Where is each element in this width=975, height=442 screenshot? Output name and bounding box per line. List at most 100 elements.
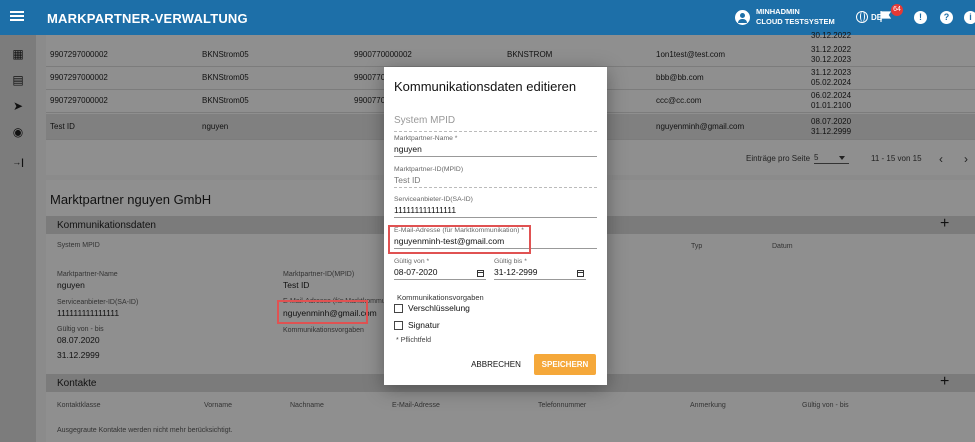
app-title: MARKPARTNER-VERWALTUNG xyxy=(47,11,248,26)
field-label: Gültig von * xyxy=(394,258,430,265)
field-value[interactable]: 08-07-2020 xyxy=(394,267,486,280)
name-label: Marktpartner-Name xyxy=(57,271,118,278)
field-label: System MPID xyxy=(394,115,456,126)
send-icon[interactable]: ➤ xyxy=(10,99,26,113)
dashboard-icon[interactable]: ▦ xyxy=(10,47,26,61)
cell-dates: 06.02.2024 01.01.2100 xyxy=(811,91,852,110)
language-selector[interactable]: DE xyxy=(856,11,882,23)
top-bar: MARKPARTNER-VERWALTUNG MINHADMIN CLOUD T… xyxy=(0,0,975,35)
field-label: Marktpartner-Name * xyxy=(394,135,458,142)
user-menu[interactable]: MINHADMIN CLOUD TESTSYSTEM xyxy=(735,7,835,27)
field-value[interactable]: 31-12-2999 xyxy=(494,267,586,280)
notification-badge: 64 xyxy=(891,4,903,16)
encryption-checkbox-row[interactable]: Verschlüsselung xyxy=(394,303,470,313)
collapse-sidebar-icon[interactable]: →| xyxy=(10,155,26,169)
field-label: Gültig bis * xyxy=(494,258,527,265)
valid-from-field[interactable]: Gültig von * 08-07-2020 xyxy=(394,258,486,280)
highlight-box xyxy=(388,225,531,254)
user-system: CLOUD TESTSYSTEM xyxy=(756,17,835,26)
cell-mpid: Test ID xyxy=(50,122,75,131)
account-icon[interactable]: ◉ xyxy=(10,125,26,139)
col-telefon: Telefonnummer xyxy=(538,402,587,409)
cell-name: BKNStrom05 xyxy=(202,50,249,59)
calendar-icon[interactable] xyxy=(477,270,484,277)
mpid-value: Test ID xyxy=(283,280,310,290)
prev-page-icon[interactable]: ‹ xyxy=(939,152,943,166)
flag-notification-icon[interactable] xyxy=(880,11,892,22)
name-value: nguyen xyxy=(57,280,85,290)
cell-email: nguyenminh@gmail.com xyxy=(656,122,745,131)
table-row[interactable]: 9907297000002 BKNStrom05 9900770000002 B… xyxy=(46,44,975,67)
cell-said: 9900770000002 xyxy=(354,50,412,59)
field-label: Marktpartner-ID(MPID) xyxy=(394,166,464,173)
calendar-icon[interactable] xyxy=(577,270,584,277)
said-field[interactable]: Serviceanbieter-ID(SA-ID) 11111111111111… xyxy=(394,196,597,218)
checkbox-label: Verschlüsselung xyxy=(408,303,470,313)
cell-name: nguyen xyxy=(202,122,229,131)
mpid-label: Marktpartner-ID(MPID) xyxy=(283,271,355,278)
said-value: 111111111111111 xyxy=(57,308,120,318)
cell-name: BKNStrom05 xyxy=(202,96,249,105)
cell-mpid: 9907297000002 xyxy=(50,96,108,105)
comm-rules-label: Kommunikationsvorgaben xyxy=(397,293,484,302)
valid-to-field[interactable]: Gültig bis * 31-12-2999 xyxy=(494,258,586,280)
cell-dates: 31.12.2022 30.12.2023 xyxy=(811,45,852,64)
save-button[interactable]: SPEICHERN xyxy=(534,354,596,375)
cell-mpid: 9907297000002 xyxy=(50,50,108,59)
sidebar: ▦ ▤ ➤ ◉ →| xyxy=(0,35,36,442)
add-icon[interactable]: + xyxy=(940,215,949,233)
info-exclamation-icon[interactable]: ! xyxy=(914,11,927,24)
required-note: * Pflichtfeld xyxy=(396,337,432,344)
type-label: Typ xyxy=(691,243,703,250)
mpid-field[interactable]: Marktpartner-ID(MPID) Test ID xyxy=(394,166,597,188)
field-value[interactable]: 111111111111111 xyxy=(394,205,597,218)
col-anmerkung: Anmerkung xyxy=(690,402,726,409)
globe-icon xyxy=(856,11,868,23)
add-contact-icon[interactable]: + xyxy=(940,373,949,391)
cell-email: bbb@bb.com xyxy=(656,73,704,82)
field-value: Test ID xyxy=(394,175,597,188)
valid-from-value: 08.07.2020 xyxy=(57,335,100,345)
col-email: E-Mail-Adresse xyxy=(392,402,440,409)
cell-name: BKNStrom05 xyxy=(202,73,249,82)
app-root: MARKPARTNER-VERWALTUNG MINHADMIN CLOUD T… xyxy=(0,0,975,442)
field-value[interactable]: nguyen xyxy=(394,144,597,157)
list-icon[interactable]: ▤ xyxy=(10,73,26,87)
footer-note: Ausgegraute Kontakte werden nicht mehr b… xyxy=(57,427,233,434)
cell-dates: 31.12.2023 05.02.2024 xyxy=(811,68,852,87)
checkbox-label: Signatur xyxy=(408,320,440,330)
cell-dates: 08.07.2020 31.12.2999 xyxy=(811,117,852,136)
system-mpid-field[interactable]: System MPID xyxy=(394,115,597,132)
col-vorname: Vorname xyxy=(204,402,233,409)
col-kontaktklasse: Kontaktklasse xyxy=(57,402,101,409)
signature-checkbox-row[interactable]: Signatur xyxy=(394,320,440,330)
next-page-icon[interactable]: › xyxy=(964,152,968,166)
field-label: Serviceanbieter-ID(SA-ID) xyxy=(394,196,473,203)
cell-mpid: 9907297000002 xyxy=(50,73,108,82)
info-icon[interactable]: i xyxy=(964,11,975,24)
cancel-button[interactable]: ABBRECHEN xyxy=(468,355,524,375)
section-title: Kommunikationsdaten xyxy=(57,220,156,231)
date-label: Datum xyxy=(772,243,793,250)
col-gueltig: Gültig von - bis xyxy=(802,402,849,409)
encryption-checkbox[interactable] xyxy=(394,303,403,313)
account-circle-icon xyxy=(735,9,750,25)
partial-date: 30.12.2022 xyxy=(811,31,852,40)
comm-rules-label: Kommunikationsvorgaben xyxy=(283,327,364,334)
hamburger-menu-icon[interactable] xyxy=(10,9,24,23)
cell-email: 1on1test@test.com xyxy=(656,50,726,59)
field-value xyxy=(394,126,597,132)
rows-per-page-label: Einträge pro Seite xyxy=(746,154,811,163)
highlight-box xyxy=(277,300,368,324)
rows-per-page-select[interactable]: 5 xyxy=(814,153,849,164)
dialog-title: Kommunikationsdaten editieren xyxy=(394,79,577,94)
help-icon[interactable]: ? xyxy=(940,11,953,24)
cell-email: ccc@cc.com xyxy=(656,96,702,105)
signature-checkbox[interactable] xyxy=(394,320,403,330)
partner-name-field[interactable]: Marktpartner-Name * nguyen xyxy=(394,135,597,157)
cell-type: BKNSTROM xyxy=(507,50,553,59)
edit-dialog: Kommunikationsdaten editieren System MPI… xyxy=(384,67,607,385)
valid-to-value: 31.12.2999 xyxy=(57,350,100,360)
section-title: Kontakte xyxy=(57,378,97,389)
valid-label: Gültig von - bis xyxy=(57,326,104,333)
